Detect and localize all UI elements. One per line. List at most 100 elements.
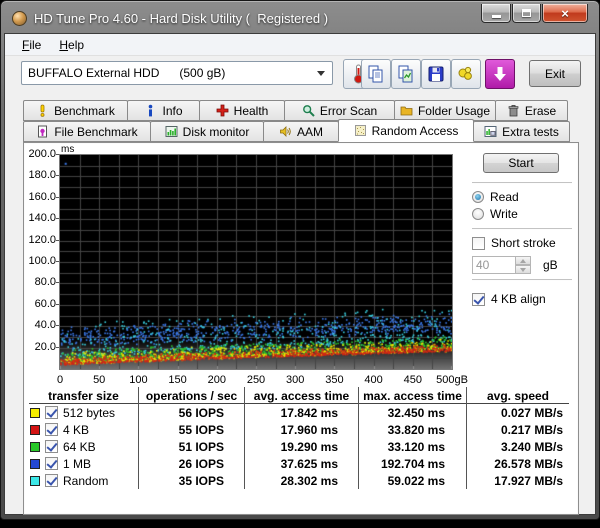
random-access-chart [59,154,453,370]
align-checkbox[interactable] [472,293,485,306]
disk-monitor-icon [165,125,178,138]
results-table: transfer size operations / sec avg. acce… [29,387,569,489]
tab-erase[interactable]: Erase [495,100,568,121]
download-arrow-icon [490,64,510,84]
benchmark-icon [36,104,49,117]
minimize-icon [492,15,501,18]
table-row: 64 KB 51 IOPS 19.290 ms 33.120 ms 3.240 … [29,438,569,455]
series-checkbox[interactable] [45,474,58,487]
exit-button[interactable]: Exit [529,60,581,87]
erase-icon [507,104,520,117]
x-axis-label: 450 [404,374,422,386]
random-access-page: ms 200.0180.0160.0140.0120.0100.080.060.… [23,142,579,515]
test-controls: Start Read Write Short stroke [472,153,572,306]
close-icon: × [561,7,569,20]
short-stroke-stepper[interactable] [515,256,531,274]
save-icon [426,64,446,84]
download-button[interactable] [485,59,515,89]
tab-strip: Benchmark Info Health Error Scan Folder … [5,94,595,142]
stepper-up-icon[interactable] [515,256,531,265]
series-color-swatch [30,476,40,486]
write-radio[interactable] [472,208,484,220]
x-axis-label: 0 [57,374,63,386]
y-axis-label: 180.0 [24,169,56,181]
copy-image-button[interactable] [391,59,421,89]
series-checkbox[interactable] [45,457,58,470]
y-axis-label: 200.0 [24,148,56,160]
tab-error-scan[interactable]: Error Scan [284,100,395,121]
series-color-swatch [30,408,40,418]
x-axis-label: 150 [168,374,186,386]
series-color-swatch [30,425,40,435]
tab-random-access[interactable]: Random Access [338,119,474,142]
file-benchmark-icon [36,125,49,138]
save-button[interactable] [421,59,451,89]
tab-extra-tests[interactable]: Extra tests [473,121,570,142]
series-color-swatch [30,459,40,469]
menu-file[interactable]: File [13,36,50,54]
separator [472,228,572,230]
app-window: HD Tune Pro 4.60 - Hard Disk Utility ( R… [0,0,600,520]
x-axis-label: 350 [325,374,343,386]
y-axis-label: 160.0 [24,191,56,203]
short-stroke-unit: gB [543,258,558,272]
tab-benchmark[interactable]: Benchmark [23,100,128,121]
short-stroke-option[interactable]: Short stroke [472,236,572,250]
table-row: Random 35 IOPS 28.302 ms 59.022 ms 17.92… [29,472,569,489]
short-stroke-checkbox[interactable] [472,237,485,250]
close-button[interactable]: × [542,4,588,23]
tab-health[interactable]: Health [199,100,285,121]
x-axis-label: 100 [129,374,147,386]
series-checkbox[interactable] [45,406,58,419]
chevron-down-icon [317,71,325,76]
read-radio[interactable] [472,191,484,203]
x-axis-label: 300 [286,374,304,386]
y-axis-label: 20.0 [24,341,56,353]
copy-icon [366,64,386,84]
y-axis-label: 80.0 [24,276,56,288]
x-axis-label: 500gB [436,374,468,386]
tab-info[interactable]: Info [127,100,200,121]
app-icon [12,11,27,26]
tab-disk-monitor[interactable]: Disk monitor [150,121,264,142]
table-header: transfer size operations / sec avg. acce… [29,387,569,404]
toolbar: BUFFALO External HDD (500 gB) 32°C [5,56,595,94]
series-checkbox[interactable] [45,423,58,436]
y-axis-label: 100.0 [24,255,56,267]
random-access-icon [354,124,367,137]
series-checkbox[interactable] [45,440,58,453]
options-icon [456,64,476,84]
titlebar: HD Tune Pro 4.60 - Hard Disk Utility ( R… [4,4,596,33]
app-body: File Help BUFFALO External HDD (500 gB) … [4,33,596,515]
drive-select[interactable]: BUFFALO External HDD (500 gB) [21,61,333,85]
separator [472,279,572,281]
menu-bar: File Help [5,34,595,56]
tab-file-benchmark[interactable]: File Benchmark [23,121,151,142]
short-stroke-size: gB [472,256,572,274]
extra-tests-icon [484,125,497,138]
tab-row-2: File Benchmark Disk monitor AAM Random A… [23,121,595,142]
maximize-icon [522,9,531,17]
series-color-swatch [30,442,40,452]
maximize-button[interactable] [512,4,541,23]
window-controls: × [480,4,588,23]
options-button[interactable] [451,59,481,89]
y-axis-label: 60.0 [24,298,56,310]
error-scan-icon [302,104,315,117]
start-button[interactable]: Start [483,153,559,173]
menu-help[interactable]: Help [50,36,93,54]
tab-folder-usage[interactable]: Folder Usage [394,100,496,121]
copy-button[interactable] [361,59,391,89]
write-option[interactable]: Write [472,207,572,221]
minimize-button[interactable] [481,4,511,23]
y-axis-label: 120.0 [24,234,56,246]
health-icon [216,104,229,117]
short-stroke-input[interactable] [472,256,516,274]
read-option[interactable]: Read [472,190,572,204]
tab-row-1: Benchmark Info Health Error Scan Folder … [23,100,595,121]
align-option[interactable]: 4 KB align [472,292,572,306]
folder-usage-icon [400,104,413,117]
tab-aam[interactable]: AAM [263,121,339,142]
y-axis-label: 40.0 [24,319,56,331]
stepper-down-icon[interactable] [515,265,531,274]
